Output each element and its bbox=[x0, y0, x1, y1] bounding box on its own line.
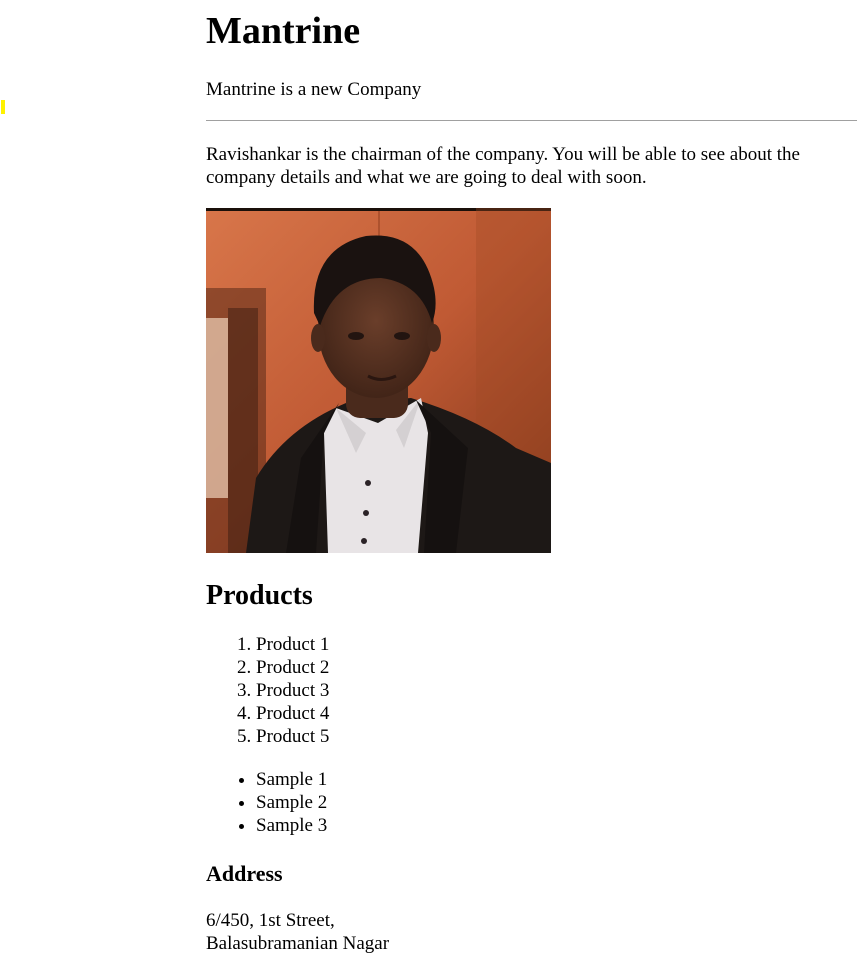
divider bbox=[206, 120, 857, 121]
list-item: Product 5 bbox=[256, 725, 857, 748]
list-item: Product 2 bbox=[256, 656, 857, 679]
list-item: Product 3 bbox=[256, 679, 857, 702]
list-item: Product 1 bbox=[256, 633, 857, 656]
portrait-image bbox=[206, 208, 551, 553]
list-item: Product 4 bbox=[256, 702, 857, 725]
list-item: Sample 2 bbox=[256, 791, 857, 814]
chairman-photo bbox=[206, 208, 551, 553]
tagline: Mantrine is a new Company bbox=[206, 79, 422, 100]
address-heading: Address bbox=[206, 861, 283, 886]
page-content: Mantrine Mantrine is a new Company Ravis… bbox=[206, 0, 857, 955]
yellow-marker bbox=[1, 100, 5, 114]
products-heading: Products bbox=[206, 580, 313, 611]
list-item: Sample 1 bbox=[256, 768, 857, 791]
address-block: 6/450, 1st Street, Balasubramanian Nagar bbox=[206, 909, 857, 955]
address-line-2: Balasubramanian Nagar bbox=[206, 933, 390, 954]
products-ordered-list: Product 1 Product 2 Product 3 Product 4 … bbox=[206, 633, 857, 748]
address-line-1: 6/450, 1st Street, bbox=[206, 910, 335, 931]
page-title: Mantrine bbox=[206, 10, 361, 52]
samples-unordered-list: Sample 1 Sample 2 Sample 3 bbox=[206, 768, 857, 837]
list-item: Sample 3 bbox=[256, 814, 857, 837]
intro-paragraph: Ravishankar is the chairman of the compa… bbox=[206, 144, 800, 188]
